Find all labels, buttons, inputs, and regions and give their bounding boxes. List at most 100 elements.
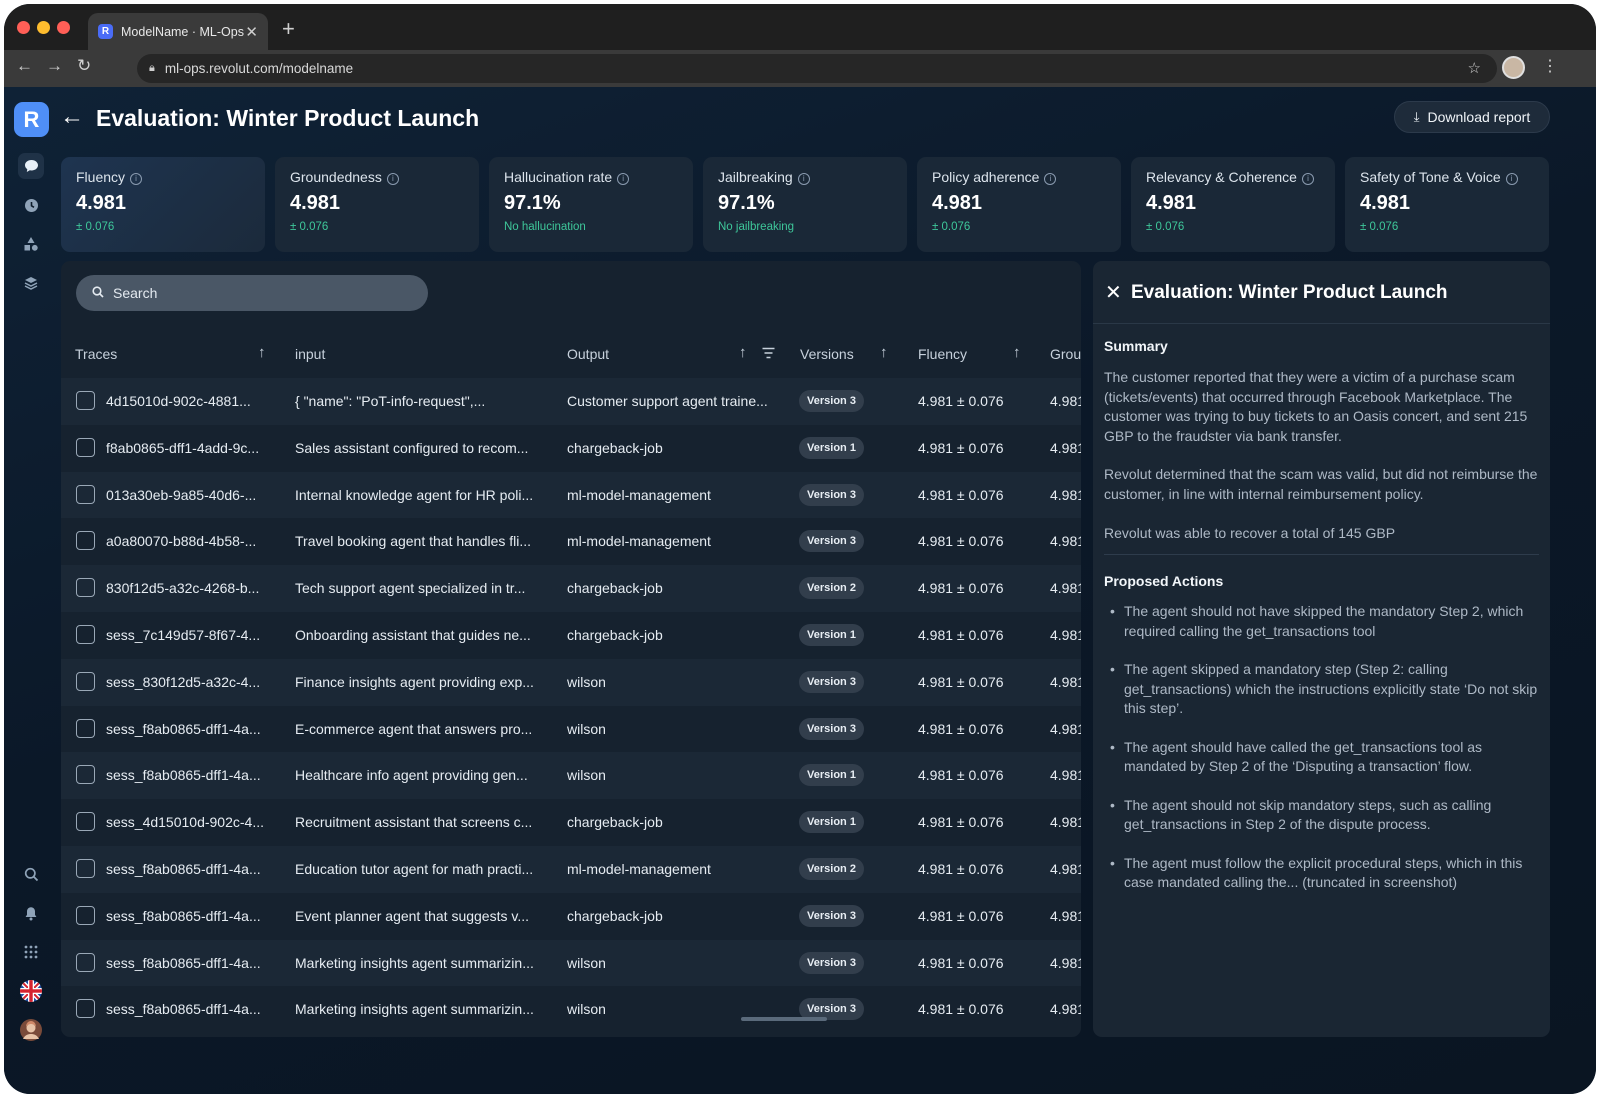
metric-label: Policy adherence i [932, 169, 1106, 185]
row-checkbox[interactable] [76, 531, 95, 551]
close-icon[interactable]: ✕ [1105, 280, 1122, 305]
table-row[interactable]: 013a30eb-9a85-40d6-... Internal knowledge… [61, 471, 1081, 519]
sort-up-icon[interactable]: ↑ [880, 344, 888, 361]
table-row[interactable]: sess_f8ab0865-dff1-4a... Education tutor … [61, 845, 1081, 893]
row-checkbox[interactable] [76, 905, 95, 925]
column-header-versions[interactable]: Versions [800, 346, 854, 362]
forward-nav-icon[interactable]: → [46, 56, 63, 76]
table-row[interactable]: sess_7c149d57-8f67-4... Onboarding assist… [61, 612, 1081, 659]
search-icon[interactable] [18, 861, 44, 887]
metric-card-jailbreaking[interactable]: Jailbreaking i 97.1% No jailbreaking [703, 157, 907, 252]
input-cell: Tech support agent specialized in tr... [295, 580, 526, 597]
row-checkbox[interactable] [76, 624, 95, 644]
column-header-fluency[interactable]: Fluency [918, 346, 967, 362]
column-header-output[interactable]: Output [567, 346, 609, 362]
layers-icon[interactable] [18, 270, 44, 296]
metric-card-policy-adherence[interactable]: Policy adherence i 4.981 ± 0.076 [917, 157, 1121, 252]
evaluation-detail-panel: ✕ Evaluation: Winter Product Launch Summ… [1093, 261, 1550, 1037]
row-checkbox[interactable] [76, 391, 95, 410]
trace-id-cell: sess_f8ab0865-dff1-4a... [106, 1001, 261, 1018]
row-checkbox[interactable] [76, 812, 95, 832]
version-badge: Version 3 [799, 483, 864, 506]
metric-card-relevancy-coherence[interactable]: Relevancy & Coherence i 4.981 ± 0.076 [1131, 157, 1335, 252]
table-row[interactable]: sess_f8ab0865-dff1-4a... Marketing insigh… [61, 986, 1081, 1033]
sort-up-icon[interactable]: ↑ [1013, 344, 1021, 361]
maximize-window-button[interactable] [57, 21, 70, 34]
table-row[interactable]: sess_4d15010d-902c-4... Recruitment assis… [61, 799, 1081, 846]
info-icon[interactable]: i [617, 173, 630, 185]
bookmark-star-icon[interactable]: ☆ [1468, 59, 1481, 77]
info-icon[interactable]: i [1301, 173, 1314, 185]
apps-grid-icon[interactable] [18, 939, 44, 965]
favicon-icon: R [98, 24, 113, 39]
table-row[interactable]: f8ab0865-dff1-4add-9c... Sales assistant … [61, 425, 1081, 472]
row-checkbox[interactable] [76, 484, 95, 504]
horizontal-scrollbar[interactable] [741, 1017, 827, 1021]
back-nav-icon[interactable]: ← [16, 56, 33, 76]
output-cell: wilson [567, 720, 606, 737]
back-arrow-icon[interactable]: ← [60, 103, 84, 131]
table-row[interactable]: a0a80070-b88d-4b58-... Travel booking age… [61, 518, 1081, 565]
metric-card-safety-tone-voice[interactable]: Safety of Tone & Voice i 4.981 ± 0.076 [1345, 157, 1549, 252]
info-icon[interactable]: i [386, 173, 399, 185]
metric-card-groundedness[interactable]: Groundedness i 4.981 ± 0.076 [275, 157, 479, 252]
trace-id-cell: a0a80070-b88d-4b58-... [106, 533, 257, 550]
trace-id-cell: sess_830f12d5-a32c-4... [106, 673, 261, 690]
input-cell: Internal knowledge agent for HR poli... [295, 486, 534, 503]
fluency-cell: 4.981 ± 0.076 [918, 814, 1004, 831]
download-report-button[interactable]: ⤓ Download report [1394, 101, 1550, 133]
close-tab-icon[interactable]: ✕ [245, 23, 258, 41]
column-header-groundedness[interactable]: Grou [1050, 346, 1081, 362]
row-checkbox[interactable] [76, 671, 95, 691]
row-checkbox[interactable] [76, 952, 95, 972]
table-row[interactable]: sess_f8ab0865-dff1-4a... Event planner ag… [61, 893, 1081, 940]
browser-menu-icon[interactable]: ⋮ [1542, 56, 1558, 76]
table-row[interactable]: 4d15010d-902c-4881... { "name": "PoT-info… [61, 378, 1081, 425]
chat-icon[interactable] [18, 153, 44, 179]
page-title: Evaluation: Winter Product Launch [96, 105, 480, 131]
row-checkbox[interactable] [76, 765, 95, 785]
table-row[interactable]: 830f12d5-a32c-4268-b... Tech support agen… [61, 565, 1081, 612]
reload-icon[interactable]: ↻ [77, 56, 91, 76]
table-row[interactable]: sess_f8ab0865-dff1-4a... Healthcare info … [61, 752, 1081, 800]
metric-label: Relevancy & Coherence i [1146, 169, 1320, 185]
browser-profile-avatar[interactable] [1502, 56, 1525, 79]
info-icon[interactable]: i [130, 173, 143, 185]
info-icon[interactable]: i [1505, 173, 1518, 185]
column-header-traces[interactable]: Traces [75, 346, 117, 362]
table-row[interactable]: sess_f8ab0865-dff1-4a... Marketing insigh… [61, 939, 1081, 987]
row-checkbox[interactable] [76, 718, 95, 738]
groundedness-cell: 4.981 [1050, 393, 1081, 409]
close-window-button[interactable] [17, 21, 30, 34]
minimize-window-button[interactable] [37, 21, 50, 34]
column-header-input[interactable]: input [295, 346, 325, 362]
row-checkbox[interactable] [76, 578, 95, 598]
bell-icon[interactable] [18, 900, 44, 926]
traces-table-panel: Search Traces ↑ input Output ↑ Versions … [61, 261, 1081, 1037]
metric-card-hallucination-rate[interactable]: Hallucination rate i 97.1% No hallucinati… [489, 157, 693, 252]
table-row[interactable]: sess_830f12d5-a32c-4... Finance insights … [61, 658, 1081, 706]
new-tab-icon[interactable]: + [282, 16, 295, 42]
row-checkbox[interactable] [76, 858, 95, 878]
row-checkbox[interactable] [76, 437, 95, 457]
groundedness-cell: 4.981 [1050, 533, 1081, 550]
row-checkbox[interactable] [76, 999, 95, 1019]
shapes-icon[interactable] [18, 231, 44, 257]
user-avatar[interactable] [18, 1017, 44, 1043]
url-field[interactable]: 🔒︎ ml-ops.revolut.com/modelname ☆ [137, 54, 1497, 83]
app-logo[interactable]: R [14, 102, 49, 137]
sort-up-icon[interactable]: ↑ [258, 344, 266, 361]
browser-tab[interactable]: R ModelName · ML-Ops ✕ [88, 13, 268, 50]
search-input[interactable]: Search [76, 275, 428, 311]
uk-flag-icon[interactable] [18, 978, 44, 1004]
sort-up-icon[interactable]: ↑ [739, 344, 747, 361]
metric-card-fluency[interactable]: Fluency i 4.981 ± 0.076 [61, 157, 265, 252]
table-row[interactable]: sess_f8ab0865-dff1-4a... E-commerce agent… [61, 706, 1081, 753]
proposed-action-item: The agent should have called the get_tra… [1104, 738, 1539, 777]
history-icon[interactable] [18, 192, 44, 218]
info-icon[interactable]: i [1044, 173, 1057, 185]
output-cell: Customer support agent traine... [567, 393, 768, 409]
info-icon[interactable]: i [797, 173, 810, 185]
app-main: R ← Evaluation: Winter Product Launch ⤓ … [4, 87, 1596, 1094]
filter-icon[interactable] [762, 346, 775, 363]
